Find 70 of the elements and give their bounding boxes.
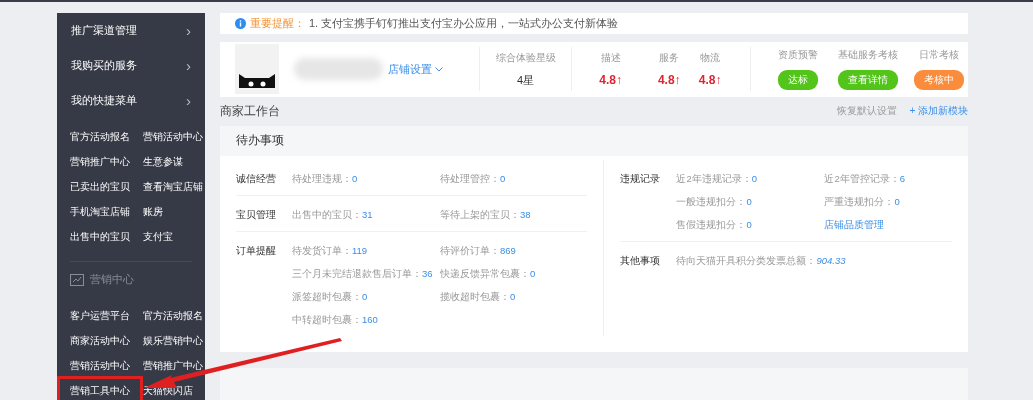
- todo-item[interactable]: 近2年违规记录：0: [676, 166, 760, 190]
- sidebar-link[interactable]: 营销活动中心: [143, 124, 216, 149]
- todo-item[interactable]: 中转超时包裹：160: [292, 307, 380, 331]
- todo-item[interactable]: 严重违规扣分：0: [824, 189, 902, 213]
- status-badge[interactable]: 考核中: [913, 70, 964, 91]
- score-value: 4.8↑: [698, 73, 722, 88]
- chevron-icon: ›: [186, 92, 191, 109]
- sidebar-link[interactable]: 营销活动中心: [70, 353, 143, 378]
- chart-icon: [70, 273, 84, 286]
- todo-item[interactable]: 等待上架的宝贝：38: [440, 202, 533, 226]
- sidebar-link[interactable]: 客户运营平台: [70, 303, 143, 328]
- todo-item[interactable]: 三个月未完结退款售后订单：36: [292, 261, 435, 285]
- status-badge[interactable]: 达标: [778, 70, 819, 91]
- stat-value: 4星: [517, 72, 535, 88]
- stat-label: 服务: [659, 51, 680, 66]
- shop-settings-link[interactable]: 店铺设置: [388, 61, 444, 77]
- stat-label: 描述: [600, 51, 621, 66]
- card-title: 待办事项: [220, 125, 968, 156]
- todo-item[interactable]: 快递反馈异常包裹：0: [440, 261, 538, 285]
- group-label: 订单提醒: [236, 243, 277, 258]
- sidebar-link[interactable]: 官方活动报名: [143, 303, 216, 328]
- reset-link[interactable]: 恢复默认设置: [837, 104, 898, 119]
- todo-item[interactable]: 待向天猫开具积分类发票总额：904.33: [676, 248, 848, 272]
- todo-item[interactable]: 揽收超时包裹：0: [440, 284, 518, 308]
- sidebar-link[interactable]: 出售中的宝贝: [70, 224, 143, 249]
- notice-text: 1. 支付宝携手钉钉推出支付宝办公应用，一站式办公支付新体验: [309, 16, 619, 31]
- sidebar-link[interactable]: 账房: [143, 199, 216, 224]
- notice-label: 重要提醒：: [250, 16, 305, 31]
- sidebar-link[interactable]: 官方活动报名: [70, 124, 143, 149]
- info-icon: [235, 18, 246, 29]
- quality-link[interactable]: 店铺品质管理: [824, 212, 952, 236]
- todo-item[interactable]: 待发货订单：119: [292, 238, 370, 262]
- sidebar-menu-item[interactable]: 推广渠道管理 ›: [57, 13, 205, 48]
- score-value: 4.8↑: [599, 73, 622, 88]
- sidebar-link[interactable]: 营销推广中心: [70, 149, 143, 174]
- sidebar-link[interactable]: 营销工具中心: [60, 379, 140, 400]
- check-label: 资质预警: [778, 48, 819, 63]
- todo-item[interactable]: 待处理管控：0: [440, 166, 508, 190]
- todo-item[interactable]: 出售中的宝贝：31: [292, 202, 375, 226]
- todo-item[interactable]: 派签超时包裹：0: [292, 284, 370, 308]
- stat-label: 综合体验星级: [495, 50, 556, 65]
- sidebar-link[interactable]: 生意参谋: [143, 149, 216, 174]
- sidebar-link[interactable]: 支付宝: [143, 224, 216, 249]
- todo-item[interactable]: 待处理违规：0: [292, 166, 360, 190]
- todo-item[interactable]: 售假违规扣分：0: [676, 212, 754, 236]
- sidebar-menu-item[interactable]: 我的快捷菜单 ›: [57, 83, 205, 118]
- sidebar-menu-item[interactable]: 我购买的服务 ›: [57, 48, 205, 83]
- chevron-icon: ›: [186, 22, 191, 39]
- sidebar-link[interactable]: 营销推广中心: [143, 353, 216, 378]
- group-label: 违规记录: [620, 171, 662, 186]
- check-label: 基础服务考核: [838, 48, 899, 63]
- group-label: 其他事项: [620, 253, 662, 268]
- section-title: 营销中心: [90, 272, 134, 287]
- sidebar-link[interactable]: 查看淘宝店铺: [143, 174, 216, 199]
- sidebar-link[interactable]: 娱乐营销中心: [143, 328, 216, 353]
- check-label: 日常考核: [918, 48, 959, 63]
- chevron-icon: ›: [186, 57, 191, 74]
- sidebar-link[interactable]: 商家活动中心: [70, 328, 143, 353]
- group-label: 宝贝管理: [236, 207, 277, 222]
- status-badge[interactable]: 查看详情: [838, 70, 899, 91]
- section-title: 商家工作台: [220, 102, 281, 120]
- sidebar-link[interactable]: 已卖出的宝贝: [70, 174, 143, 199]
- add-module-link[interactable]: + 添加新模块: [909, 104, 968, 119]
- sidebar-link[interactable]: 手机淘宝店铺: [70, 199, 143, 224]
- todo-item[interactable]: 待评价订单：869: [440, 238, 518, 262]
- chevron-down-icon: [435, 66, 444, 72]
- stat-label: 物流: [700, 51, 721, 66]
- group-label: 诚信经营: [236, 171, 277, 186]
- todo-item[interactable]: 近2年管控记录：6: [824, 166, 908, 190]
- score-value: 4.8↑: [657, 73, 681, 88]
